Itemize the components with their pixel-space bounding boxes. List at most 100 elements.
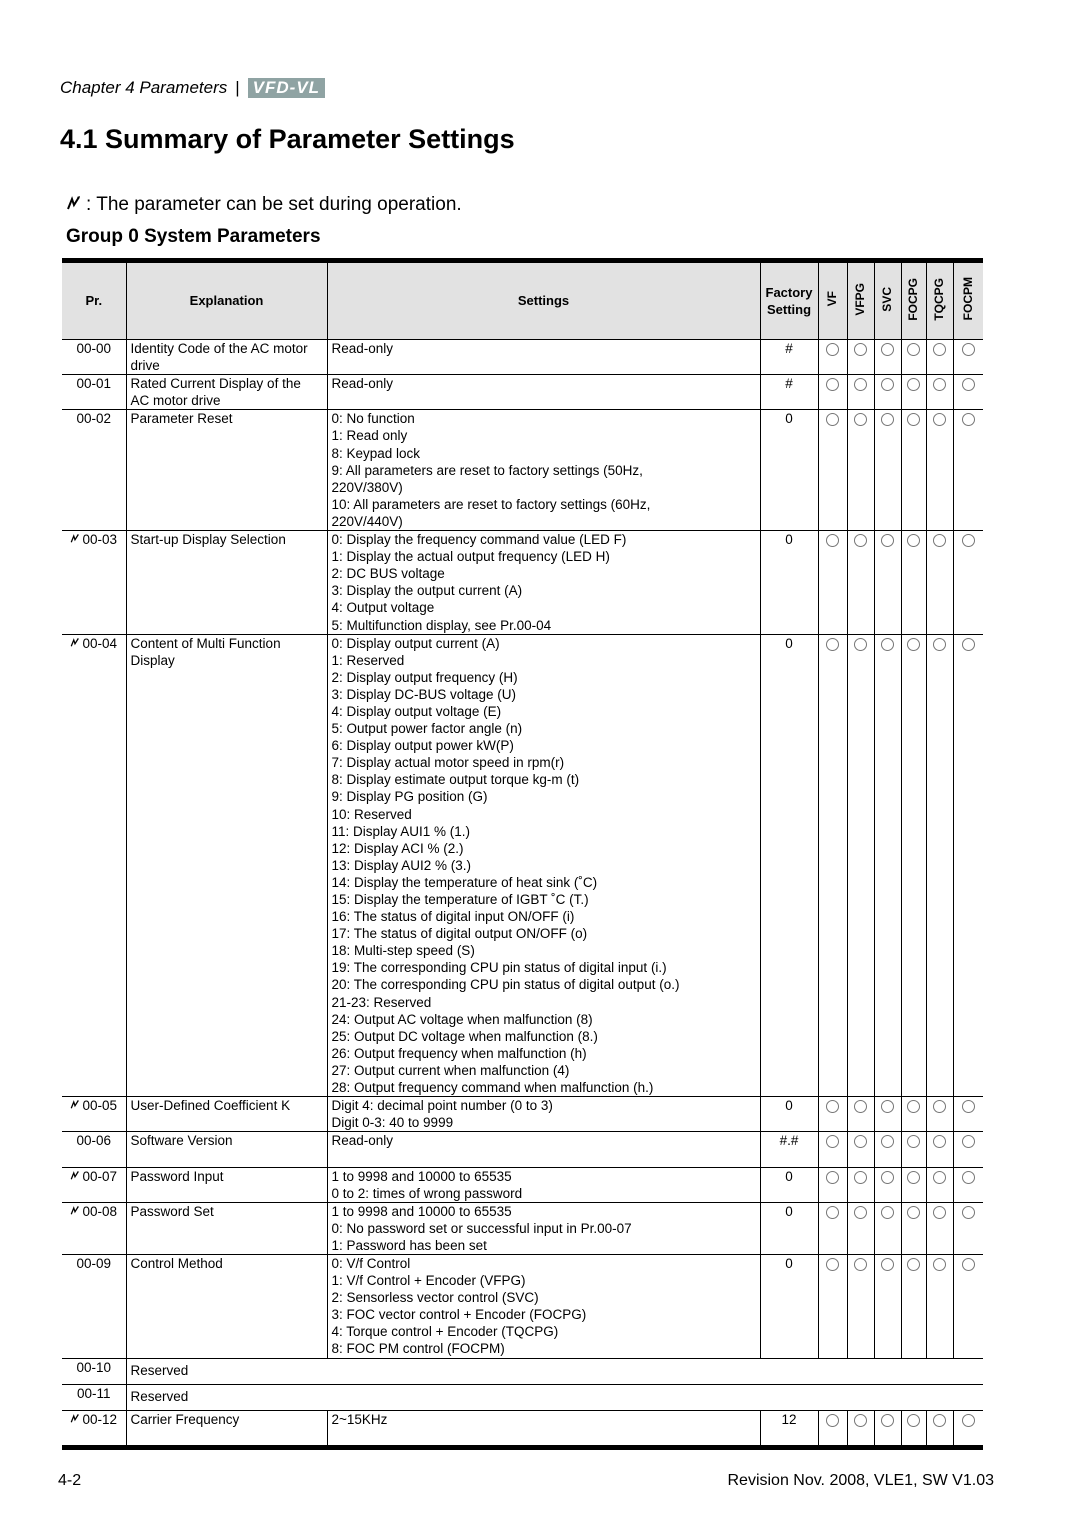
circle-icon (881, 378, 894, 392)
setting-option: 14: Display the temperature of heat sink… (331, 874, 598, 890)
param-number-text: 00-03 (82, 532, 118, 548)
mode-cell-vf (817, 374, 848, 411)
mode-cell-svc (873, 633, 902, 1098)
param-number-text: 00-05 (82, 1098, 118, 1114)
param-number-text: 00-11 (76, 1385, 111, 1401)
col-explanation: Explanation (125, 260, 328, 340)
mode-cell-focpm (952, 1166, 983, 1203)
factory-setting: 0 (759, 633, 819, 1098)
table-row: 00-08 Password Set 1 to 9998 and 10000 to … (62, 1201, 983, 1255)
circle-icon (826, 1205, 839, 1219)
param-settings: 2~15KHz (326, 1409, 761, 1448)
circle-icon (933, 1413, 946, 1427)
mode-cell-focpg (900, 1409, 927, 1448)
setting-option: 2~15KHz (331, 1411, 388, 1427)
setting-option: 0: No password set or successful input i… (331, 1220, 632, 1236)
mode-cell-svc (873, 1201, 902, 1255)
circle-icon (854, 1135, 867, 1149)
setting-option: 220V/380V) (331, 479, 403, 495)
circle-icon (826, 534, 839, 548)
col-mode-focpm: FOCPM (952, 260, 983, 340)
param-number-text: 00-02 (76, 411, 112, 427)
mode-cell-focpm (952, 633, 983, 1098)
circle-icon (907, 1205, 920, 1219)
setting-option: 24: Output AC voltage when malfunction (… (331, 1011, 593, 1027)
setting-option: 10: Reserved (331, 806, 412, 822)
setting-option: 16: The status of digital input ON/OFF (… (331, 909, 575, 925)
mode-cell-vfpg (846, 409, 875, 532)
mode-cell-vf (817, 338, 848, 376)
param-explanation: Start-up Display Selection (125, 530, 328, 635)
mode-cell-svc (873, 374, 902, 411)
mode-cell-focpm (952, 1131, 983, 1168)
mode-cell-vfpg (846, 1131, 875, 1168)
param-number-text: 00-07 (82, 1168, 118, 1184)
setting-option: 11: Display AUI1 % (1.) (331, 823, 471, 839)
mode-cell-vf (817, 1409, 848, 1448)
factory-setting: # (759, 374, 819, 411)
circle-icon (933, 1135, 946, 1149)
col-mode-svc: SVC (873, 260, 902, 340)
run-setting-icon (70, 1099, 80, 1113)
param-number: 00-10 (62, 1357, 127, 1385)
circle-icon (881, 637, 894, 651)
circle-icon (881, 413, 894, 427)
mode-cell-focpm (952, 1201, 983, 1255)
circle-icon (854, 413, 867, 427)
mode-cell-vf (817, 1253, 848, 1359)
param-number: 00-06 (62, 1131, 127, 1168)
circle-icon (907, 1135, 920, 1149)
setting-option: 19: The corresponding CPU pin status of … (331, 960, 667, 976)
setting-option: 4: Output voltage (331, 600, 435, 616)
setting-option: 17: The status of digital output ON/OFF … (331, 926, 588, 942)
parameter-table: Pr. Explanation Settings Factory Setting… (62, 258, 983, 1450)
circle-icon (907, 534, 920, 548)
circle-icon (854, 378, 867, 392)
circle-icon (881, 1257, 894, 1271)
param-number-text: 00-01 (76, 376, 112, 392)
table-row: 00-00 Identity Code of the AC motor drive… (62, 338, 983, 376)
mode-cell-vfpg (846, 1096, 875, 1133)
factory-setting: 12 (759, 1409, 819, 1448)
circle-icon (826, 1170, 839, 1184)
setting-option: 26: Output frequency when malfunction (h… (331, 1045, 587, 1061)
factory-setting: 0 (759, 409, 819, 532)
circle-icon (826, 637, 839, 651)
circle-icon (933, 413, 946, 427)
table-row: 00-01 Rated Current Display of the AC mot… (62, 374, 983, 411)
run-setting-icon (70, 1413, 80, 1427)
table-row: 00-06 Software Version Read-only #.# (62, 1131, 983, 1168)
param-number-text: 00-09 (76, 1255, 112, 1271)
param-number: 00-07 (62, 1166, 127, 1203)
setting-option: 9: All parameters are reset to factory s… (331, 462, 643, 478)
mode-cell-vfpg (846, 530, 875, 635)
mode-cell-tqcpg (925, 409, 954, 532)
mode-cell-vfpg (846, 1409, 875, 1448)
mode-cell-svc (873, 530, 902, 635)
circle-icon (826, 1413, 839, 1427)
chapter-title: Chapter 4 Parameters (60, 78, 228, 97)
param-settings: 0: No function 1: Read only 8: Keypad lock… (326, 409, 761, 532)
setting-option: 3: Display the output current (A) (331, 583, 523, 599)
mode-cell-focpg (900, 1253, 927, 1359)
circle-icon (933, 1170, 946, 1184)
circle-icon (907, 1257, 920, 1271)
param-settings: Read-only (326, 338, 761, 376)
circle-icon (907, 1100, 920, 1114)
run-setting-note: : The parameter can be set during operat… (66, 194, 462, 216)
setting-option: Read-only (331, 1133, 394, 1149)
param-number: 00-08 (62, 1201, 127, 1255)
param-explanation: Password Set (125, 1201, 328, 1255)
setting-option: 0: V/f Control (331, 1255, 411, 1271)
table-row: 00-04 Content of Multi Function Display 0:… (62, 633, 983, 1098)
setting-option: 1: Password has been set (331, 1237, 487, 1253)
setting-option: 4: Torque control + Encoder (TQCPG) (331, 1324, 559, 1340)
circle-icon (854, 1413, 867, 1427)
factory-setting: 0 (759, 530, 819, 635)
setting-option: 2: Sensorless vector control (SVC) (331, 1290, 539, 1306)
param-number-text: 00-12 (82, 1411, 118, 1427)
setting-option: 1: Display the actual output frequency (… (331, 549, 610, 565)
setting-option: 1 to 9998 and 10000 to 65535 (331, 1203, 512, 1219)
mode-cell-focpg (900, 530, 927, 635)
param-number: 00-02 (62, 409, 127, 532)
